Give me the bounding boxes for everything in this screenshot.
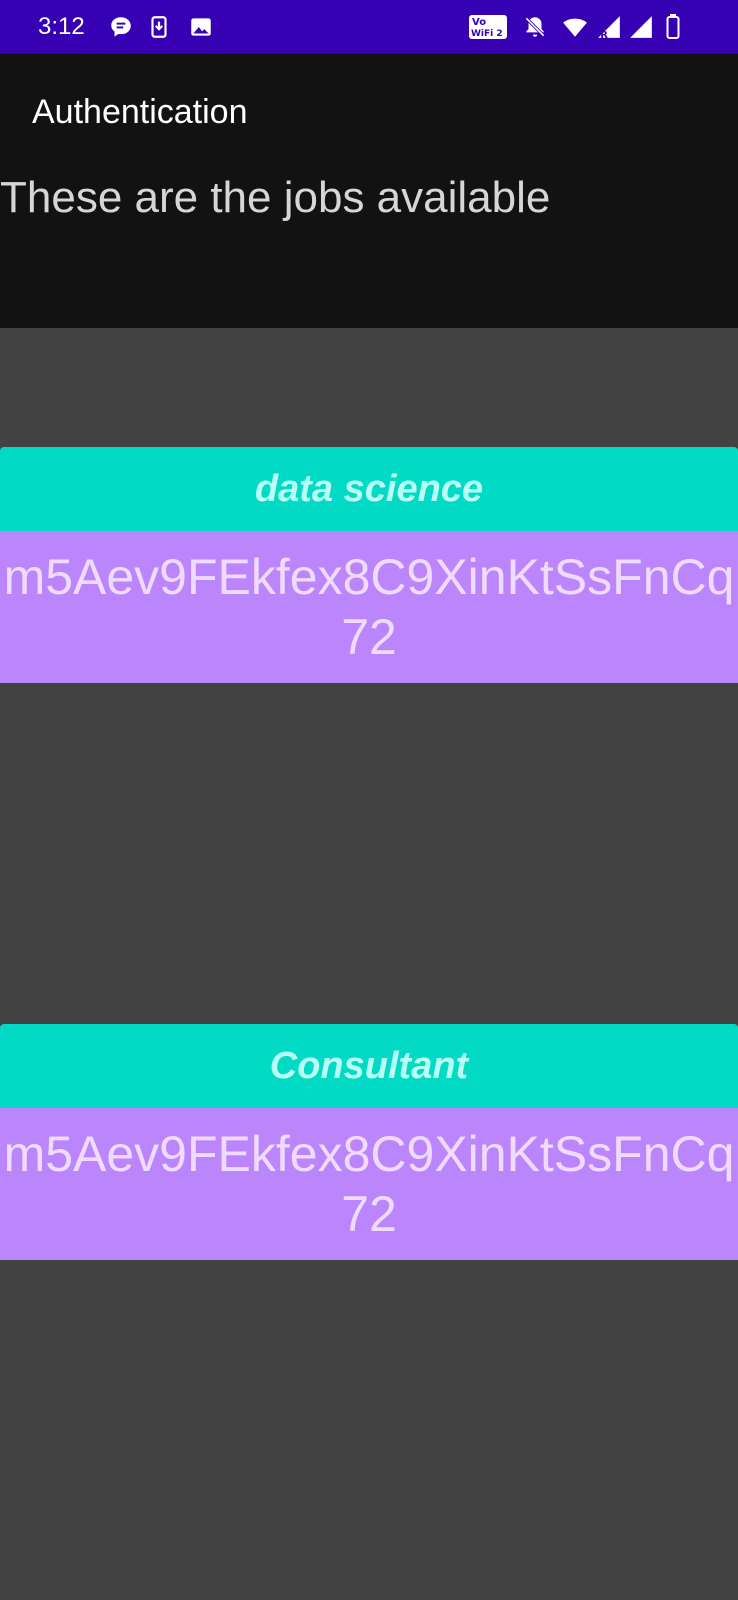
app-title: Authentication xyxy=(32,93,248,131)
status-bar: 3:12 Vo WiFi 2 R xyxy=(0,0,738,54)
status-time: 3:12 xyxy=(38,13,85,40)
job-title: Consultant xyxy=(0,1024,738,1108)
job-card[interactable]: Consultant m5Aev9FEkfex8C9XinKtSsFnCq72 xyxy=(0,1024,738,1260)
chat-bubble-icon xyxy=(108,14,134,40)
image-icon xyxy=(188,14,214,40)
job-title: data science xyxy=(0,447,738,531)
download-icon xyxy=(146,14,172,40)
signal-icon xyxy=(628,14,654,40)
signal-roaming-icon: R xyxy=(596,14,622,40)
battery-icon xyxy=(664,14,682,40)
svg-text:R: R xyxy=(600,30,608,40)
svg-text:WiFi 2: WiFi 2 xyxy=(471,29,503,39)
app-screen: 3:12 Vo WiFi 2 R Authentication These ar… xyxy=(0,0,738,1600)
job-id: m5Aev9FEkfex8C9XinKtSsFnCq72 xyxy=(0,531,738,683)
notifications-off-icon xyxy=(522,14,548,40)
job-card[interactable]: data science m5Aev9FEkfex8C9XinKtSsFnCq7… xyxy=(0,447,738,683)
vowifi-icon: Vo WiFi 2 xyxy=(468,14,508,40)
job-id: m5Aev9FEkfex8C9XinKtSsFnCq72 xyxy=(0,1108,738,1260)
page-subtitle: These are the jobs available xyxy=(0,173,551,222)
svg-text:Vo: Vo xyxy=(472,17,486,28)
wifi-icon xyxy=(562,14,588,40)
